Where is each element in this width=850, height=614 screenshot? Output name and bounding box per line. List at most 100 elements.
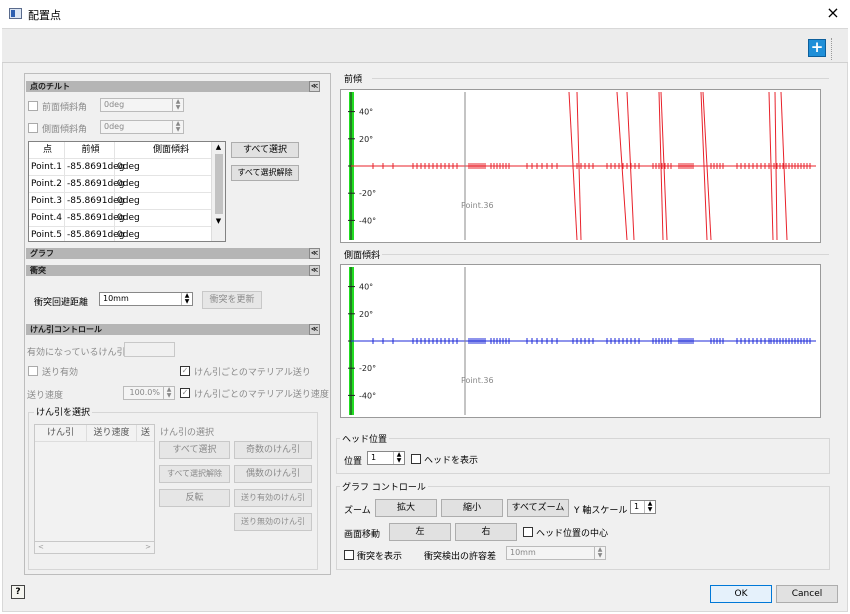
table-scrollbar[interactable]: ▲ ▼ xyxy=(211,142,225,241)
y-tick-label: 20° xyxy=(359,310,373,319)
y-tick-label: 40° xyxy=(359,108,373,117)
graph-section-header[interactable]: グラフ xyxy=(26,248,320,259)
per-material-speed-label: けん引ごとのマテリアル送り速度 xyxy=(194,390,329,400)
pan-label: 画面移動 xyxy=(344,530,381,540)
side-tilt-label: 側面傾斜角 xyxy=(42,125,88,135)
title-bar xyxy=(0,0,850,28)
check-icon[interactable]: ✓ xyxy=(180,366,190,376)
scroll-down-icon[interactable]: ▼ xyxy=(212,217,225,225)
y-tick-label: -20° xyxy=(359,189,376,198)
tolerance-input[interactable]: 10mm ▲ ▼ xyxy=(506,546,606,560)
feed-enable-label: 送り有効 xyxy=(42,368,79,378)
table-row[interactable]: Point.5 -85.8691deg 0deg xyxy=(29,227,225,241)
expand-icon[interactable]: ≪ xyxy=(309,248,320,259)
zoom-out-button[interactable]: 縮小 xyxy=(441,499,503,517)
y-tick-label: 40° xyxy=(359,283,373,292)
cancel-button[interactable]: Cancel xyxy=(776,585,838,603)
update-collision-button[interactable]: 衝突を更新 xyxy=(202,291,262,309)
y-tick-label: -40° xyxy=(359,216,376,225)
side-tilt-plot[interactable]: 40° 20° -20° -40° Point.36 xyxy=(341,265,820,417)
odd-cables-button[interactable]: 奇数のけん引 xyxy=(234,441,312,459)
pan-right-button[interactable]: 右 xyxy=(455,523,517,541)
cable-control-header[interactable]: けん引コントロール xyxy=(26,324,320,335)
collapse-icon[interactable]: ≪ xyxy=(309,324,320,335)
per-material-feed-label: けん引ごとのマテリアル送り xyxy=(194,368,311,378)
even-cables-button[interactable]: 偶数のけん引 xyxy=(234,465,312,483)
active-cable-field xyxy=(124,342,175,357)
y-tick-label: -40° xyxy=(359,391,376,400)
column-header[interactable]: 送 xyxy=(137,425,154,441)
side-chart-title: 側面傾斜 xyxy=(344,251,381,261)
annotation-label: Point.36 xyxy=(461,376,494,385)
cable-list-hscroll[interactable]: < > xyxy=(34,541,155,554)
scroll-up-icon[interactable]: ▲ xyxy=(212,143,225,151)
head-position-label: 位置 xyxy=(344,457,363,467)
cable-select-title: けん引を選択 xyxy=(34,405,93,418)
help-icon[interactable]: ? xyxy=(11,585,25,599)
collapse-icon[interactable]: ≪ xyxy=(309,265,320,276)
active-cable-label: 有効になっているけん引 xyxy=(27,348,126,358)
deselect-all-cables-button[interactable]: すべて選択解除 xyxy=(159,465,230,483)
plus-icon[interactable]: + xyxy=(808,39,826,57)
points-table[interactable]: 点 前傾 側面傾斜 Point.1 -85.8691deg 0deg Point.2… xyxy=(28,141,226,242)
tilt-section-header[interactable]: 点のチルト xyxy=(26,81,320,92)
zoom-label: ズーム xyxy=(344,506,371,516)
collapse-icon[interactable]: ≪ xyxy=(309,81,320,92)
feed-enable-checkbox[interactable] xyxy=(28,366,38,376)
column-header[interactable]: 点 xyxy=(29,142,65,158)
table-row[interactable]: Point.4 -85.8691deg 0deg xyxy=(29,210,225,227)
pan-left-button[interactable]: 左 xyxy=(389,523,451,541)
table-row[interactable]: Point.2 -85.8691deg 0deg xyxy=(29,176,225,193)
show-collision-checkbox[interactable] xyxy=(344,550,354,560)
show-head-checkbox[interactable] xyxy=(411,454,421,464)
collision-section-header[interactable]: 衝突 xyxy=(26,265,320,276)
side-tilt-input[interactable]: 0deg ▲ ▼ xyxy=(100,120,184,134)
invert-selection-button[interactable]: 反転 xyxy=(159,489,230,507)
y-tick-label: 20° xyxy=(359,135,373,144)
table-header: 点 前傾 側面傾斜 xyxy=(29,142,225,159)
column-header[interactable]: けん引 xyxy=(35,425,87,441)
front-tilt-input[interactable]: 0deg ▲ ▼ xyxy=(100,98,184,112)
select-all-cables-button[interactable]: すべて選択 xyxy=(159,441,230,459)
column-header[interactable]: 側面傾斜 xyxy=(115,142,225,158)
table-row[interactable]: Point.3 -85.8691deg 0deg xyxy=(29,193,225,210)
collision-distance-input[interactable]: 10mm ▲ ▼ xyxy=(99,292,193,306)
y-scale-input[interactable]: 1 ▲ ▼ xyxy=(630,500,656,514)
feed-enabled-cables-button[interactable]: 送り有効のけん引 xyxy=(234,489,312,507)
show-head-label: ヘッドを表示 xyxy=(424,456,479,466)
deselect-all-points-button[interactable]: すべて選択解除 xyxy=(231,165,299,181)
cable-list[interactable]: けん引 送り速度 送 xyxy=(34,424,155,554)
scroll-thumb[interactable] xyxy=(214,154,223,214)
side-tilt-checkbox[interactable] xyxy=(28,123,38,133)
zoom-in-button[interactable]: 拡大 xyxy=(375,499,437,517)
feed-speed-input[interactable]: 100.0% ▲ ▼ xyxy=(123,386,175,400)
front-tilt-label: 前面傾斜角 xyxy=(42,103,88,113)
close-icon[interactable]: × xyxy=(822,3,844,23)
toolbar-grip xyxy=(831,38,834,60)
divider xyxy=(382,254,829,255)
window-title: 配置点 xyxy=(28,9,61,22)
collision-distance-label: 衝突回避距離 xyxy=(34,298,89,308)
column-header[interactable]: 前傾 xyxy=(65,142,115,158)
side-tilt-chart[interactable]: 40° 20° -20° -40° Point.36 xyxy=(340,264,821,418)
y-tick-label: -20° xyxy=(359,364,376,373)
divider xyxy=(372,78,829,79)
feed-speed-label: 送り速度 xyxy=(27,391,64,401)
toolbar xyxy=(2,29,848,63)
ok-button[interactable]: OK xyxy=(710,585,772,603)
column-header[interactable]: 送り速度 xyxy=(87,425,137,441)
center-head-checkbox[interactable] xyxy=(523,527,533,537)
show-collision-label: 衝突を表示 xyxy=(357,552,403,562)
front-tilt-checkbox[interactable] xyxy=(28,101,38,111)
front-tilt-plot[interactable]: 40° 20° -20° -40° Point.36 xyxy=(341,90,820,242)
scroll-right-icon[interactable]: > xyxy=(145,542,151,553)
head-position-input[interactable]: 1 ▲ ▼ xyxy=(367,451,405,465)
tolerance-label: 衝突検出の許容差 xyxy=(424,552,497,562)
table-row[interactable]: Point.1 -85.8691deg 0deg xyxy=(29,159,225,176)
check-icon[interactable]: ✓ xyxy=(180,388,190,398)
scroll-left-icon[interactable]: < xyxy=(35,543,44,551)
select-all-points-button[interactable]: すべて選択 xyxy=(231,142,299,158)
zoom-all-button[interactable]: すべてズーム xyxy=(507,499,569,517)
front-tilt-chart[interactable]: 40° 20° -20° -40° Point.36 xyxy=(340,89,821,243)
feed-disabled-cables-button[interactable]: 送り無効のけん引 xyxy=(234,513,312,531)
